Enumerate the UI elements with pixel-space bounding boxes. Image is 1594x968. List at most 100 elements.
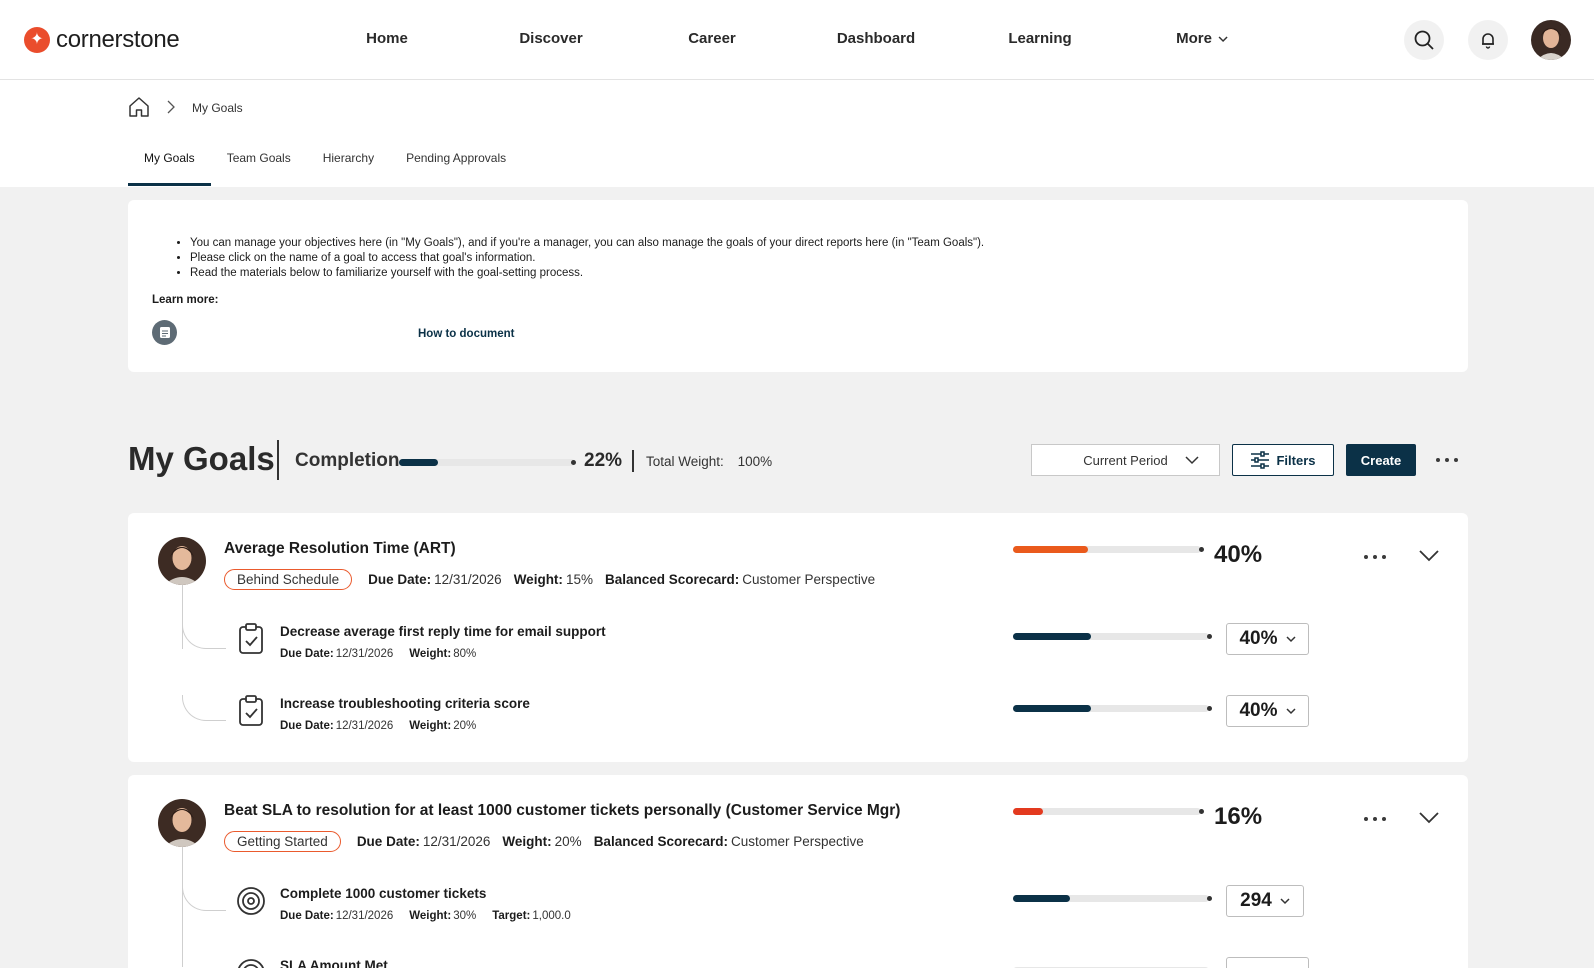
learn-more-label: Learn more: — [152, 294, 219, 306]
target-icon — [238, 959, 264, 968]
completion-progress-fill — [399, 459, 438, 466]
weight-label: Weight: — [502, 834, 552, 849]
scorecard-label: Balanced Scorecard: — [593, 834, 728, 849]
subgoal-value-select[interactable]: 40% — [1226, 695, 1309, 727]
top-navigation: ✦ cornerstone Home Discover Career Dashb… — [0, 0, 1594, 80]
status-badge: Behind Schedule — [224, 569, 353, 590]
chevron-down-icon — [1285, 708, 1296, 715]
subgoal-meta: Due Date: 12/31/2026 Weight: 80% — [280, 648, 492, 660]
subgoal-progress-bar — [1013, 705, 1212, 712]
goal-more-options-icon[interactable] — [1364, 555, 1386, 559]
progress-end-marker — [1207, 896, 1212, 901]
nav-home[interactable]: Home — [366, 30, 408, 47]
tab-pending-approvals[interactable]: Pending Approvals — [390, 150, 522, 186]
page-header: My Goals My Goals Team Goals Hierarchy P… — [0, 80, 1594, 187]
chevron-down-icon — [1218, 35, 1228, 42]
weight-value: 15% — [565, 572, 593, 587]
subgoal-value-select[interactable] — [1226, 957, 1309, 968]
due-date-label: Due Date: — [356, 834, 420, 849]
subgoal-title[interactable]: SLA Amount Met — [280, 958, 388, 968]
notifications-button[interactable] — [1468, 20, 1508, 60]
sliders-icon — [1251, 451, 1270, 469]
period-select[interactable]: Current Period — [1031, 444, 1220, 476]
subgoal-progress-bar — [1013, 633, 1212, 640]
search-icon — [1414, 30, 1434, 50]
how-to-document-link[interactable]: How to document — [418, 328, 514, 340]
subgoal-progress-fill — [1013, 705, 1092, 712]
chevron-down-icon — [1280, 898, 1290, 905]
breadcrumb-current: My Goals — [192, 101, 243, 115]
due-date-label: Due Date: — [280, 720, 334, 732]
clipboard-check-icon — [239, 623, 263, 654]
chevron-down-icon[interactable] — [1418, 549, 1440, 563]
tab-team-goals[interactable]: Team Goals — [211, 150, 307, 186]
logo-star-icon: ✦ — [24, 27, 50, 53]
nav-dashboard[interactable]: Dashboard — [837, 30, 915, 47]
scorecard-value: Customer Perspective — [742, 572, 876, 587]
subgoal-progress-fill — [1013, 633, 1092, 640]
home-icon — [129, 97, 149, 117]
more-options-icon[interactable] — [1436, 458, 1458, 462]
weight-value: 20% — [554, 834, 582, 849]
due-date-label: Due Date: — [280, 648, 334, 660]
nav-learning[interactable]: Learning — [1008, 30, 1071, 47]
subgoal-progress-fill — [1013, 895, 1070, 902]
due-date-value: 12/31/2026 — [335, 910, 394, 922]
scorecard-label: Balanced Scorecard: — [604, 572, 740, 587]
goal-title[interactable]: Beat SLA to resolution for at least 1000… — [224, 802, 900, 820]
subgoal-title[interactable]: Complete 1000 customer tickets — [280, 886, 486, 901]
user-avatar[interactable] — [1531, 20, 1571, 60]
due-date-value: 12/31/2026 — [335, 648, 394, 660]
goal-percent: 16% — [1214, 803, 1263, 830]
goal-card: Beat SLA to resolution for at least 1000… — [128, 775, 1468, 968]
chevron-down-icon[interactable] — [1418, 811, 1440, 825]
tree-connector — [182, 847, 183, 967]
bell-icon — [1482, 33, 1494, 49]
nav-more[interactable]: More — [1176, 30, 1228, 47]
filters-label: Filters — [1276, 452, 1316, 468]
chevron-down-icon — [1285, 636, 1296, 643]
subgoal-meta: Due Date: 12/31/2026 Weight: 30% Target: 1,00… — [280, 910, 587, 922]
status-badge: Getting Started — [224, 831, 341, 852]
info-bullet: Read the materials below to familiarize … — [190, 266, 984, 281]
cornerstone-logo[interactable]: ✦ cornerstone — [24, 26, 180, 54]
total-weight-label: Total Weight: — [646, 454, 724, 469]
progress-end-marker — [1199, 547, 1204, 552]
info-card: You can manage your objectives here (in … — [128, 200, 1468, 372]
filters-button[interactable]: Filters — [1232, 444, 1334, 476]
tree-connector — [182, 623, 226, 649]
weight-label: Weight: — [409, 720, 452, 732]
goal-title[interactable]: Average Resolution Time (ART) — [224, 540, 456, 558]
divider — [277, 440, 279, 480]
progress-end-marker — [1207, 634, 1212, 639]
tab-my-goals[interactable]: My Goals — [128, 150, 211, 186]
breadcrumb-home[interactable] — [128, 96, 150, 123]
subgoal-value-select[interactable]: 40% — [1226, 623, 1309, 655]
due-date-label: Due Date: — [280, 910, 334, 922]
tab-hierarchy[interactable]: Hierarchy — [307, 150, 390, 186]
goal-percent: 40% — [1214, 541, 1263, 568]
target-icon — [237, 887, 265, 915]
subgoal-value: 40% — [1239, 628, 1278, 649]
tree-connector — [182, 585, 183, 649]
subgoal-title[interactable]: Increase troubleshooting criteria score — [280, 696, 530, 711]
goal-tabs: My Goals Team Goals Hierarchy Pending Ap… — [128, 150, 522, 186]
progress-end-marker — [571, 460, 576, 465]
goal-more-options-icon[interactable] — [1364, 817, 1386, 821]
nav-more-label: More — [1176, 30, 1212, 47]
weight-value: 30% — [453, 910, 477, 922]
subgoal-value-select[interactable]: 294 — [1226, 885, 1304, 917]
completion-label: Completion — [295, 450, 400, 471]
subgoal-progress-bar — [1013, 895, 1212, 902]
due-date-value: 12/31/2026 — [434, 572, 502, 587]
goal-progress-bar — [1013, 546, 1204, 553]
subgoal-title[interactable]: Decrease average first reply time for em… — [280, 624, 606, 639]
search-button[interactable] — [1404, 20, 1444, 60]
chevron-right-icon — [167, 100, 175, 114]
create-button[interactable]: Create — [1346, 444, 1416, 476]
divider — [632, 450, 634, 472]
subgoal-meta: Due Date: 12/31/2026 Weight: 20% — [280, 720, 492, 732]
nav-discover[interactable]: Discover — [519, 30, 582, 47]
completion-progress-bar — [399, 459, 576, 466]
nav-career[interactable]: Career — [688, 30, 736, 47]
